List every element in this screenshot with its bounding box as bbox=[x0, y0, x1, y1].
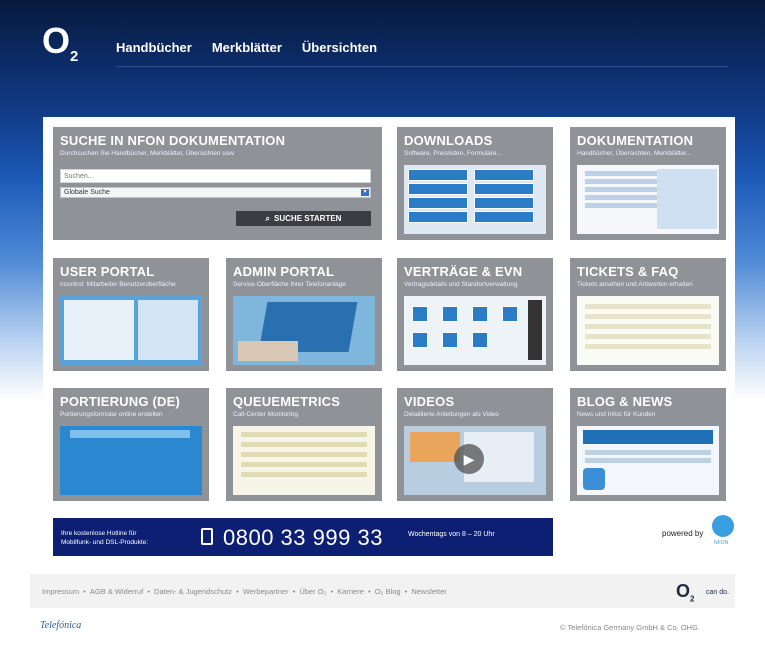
cando-text: can do. bbox=[706, 589, 729, 596]
nav-merkblaetter[interactable]: Merkblätter bbox=[212, 40, 282, 55]
footer-link-newsletter[interactable]: Newsletter bbox=[411, 587, 446, 596]
tile-tickets-faq[interactable]: TICKETS & FAQ Tickets ansehen und Antwor… bbox=[570, 258, 726, 371]
videos-thumbnail: ▶ bbox=[404, 426, 546, 495]
vertraege-thumbnail bbox=[404, 296, 546, 365]
footer-link-agb[interactable]: AGB & Widerruf bbox=[90, 587, 143, 596]
search-icon: ⌕ bbox=[265, 213, 271, 223]
play-icon[interactable]: ▶ bbox=[454, 444, 484, 474]
blog-thumbnail bbox=[577, 426, 719, 495]
tile-dokumentation[interactable]: DOKUMENTATION Handbücher, Übersichten, M… bbox=[570, 127, 726, 240]
queuemetrics-thumbnail bbox=[233, 426, 375, 495]
user-portal-thumbnail bbox=[60, 296, 202, 365]
footer-link-o2-blog[interactable]: O₂ Blog bbox=[375, 587, 401, 596]
tile-admin-portal[interactable]: ADMIN PORTAL Service-Oberfläche Ihrer Te… bbox=[226, 258, 382, 371]
footer-link-impressum[interactable]: Impressum bbox=[42, 587, 79, 596]
powered-by-label: powered by bbox=[662, 529, 704, 538]
tile-vertraege-evn[interactable]: VERTRÄGE & EVN Vertragsdetails und Stand… bbox=[397, 258, 553, 371]
nav-handbuecher[interactable]: Handbücher bbox=[116, 40, 192, 55]
footer: Impressum • AGB & Widerruf • Daten- & Ju… bbox=[30, 574, 735, 608]
phone-icon bbox=[201, 528, 213, 545]
tile-queuemetrics[interactable]: QUEUEMETRICS Call-Center Monitoring bbox=[226, 388, 382, 501]
chevron-down-icon: ▾ bbox=[361, 189, 369, 196]
dokumentation-thumbnail bbox=[577, 165, 719, 234]
o2-logo[interactable]: O2 bbox=[42, 20, 78, 65]
nav-divider bbox=[116, 66, 728, 67]
footer-links: Impressum • AGB & Widerruf • Daten- & Ju… bbox=[42, 587, 447, 596]
tile-portierung[interactable]: PORTIERUNG (DE) Portierungsformular onli… bbox=[53, 388, 209, 501]
search-tile: SUCHE IN NFON DOKUMENTATION Durchsuchen … bbox=[53, 127, 382, 240]
tickets-thumbnail bbox=[577, 296, 719, 365]
footer-link-werbepartner[interactable]: Werbepartner bbox=[243, 587, 289, 596]
hotline-number[interactable]: 0800 33 999 33 bbox=[223, 525, 383, 551]
telefonica-logo[interactable]: Telefónica bbox=[40, 620, 81, 631]
search-title: SUCHE IN NFON DOKUMENTATION bbox=[60, 133, 286, 148]
copyright-text: © Telefónica Germany GmbH & Co. OHG bbox=[560, 623, 698, 632]
tile-downloads[interactable]: DOWNLOADS Software, Preislisten, Formula… bbox=[397, 127, 553, 240]
tile-user-portal[interactable]: USER PORTAL ncontrol: Mitarbeiter Benutz… bbox=[53, 258, 209, 371]
hotline-hours: Wochentags von 8 – 20 Uhr bbox=[408, 531, 495, 538]
hotline-text-line1: Ihre kostenlose Hotline für bbox=[61, 530, 137, 537]
portierung-thumbnail bbox=[60, 426, 202, 495]
footer-link-karriere[interactable]: Karriere bbox=[337, 587, 364, 596]
hotline-text-line2: Mobilfunk- und DSL-Produkte: bbox=[61, 539, 149, 546]
search-start-button[interactable]: ⌕ SUCHE STARTEN bbox=[236, 211, 371, 226]
nfon-logo-icon[interactable] bbox=[712, 515, 734, 537]
footer-link-ueber-o2[interactable]: Über O₂ bbox=[299, 587, 326, 596]
admin-portal-thumbnail bbox=[233, 296, 375, 365]
search-scope-select[interactable]: Globale Suche ▾ bbox=[60, 187, 371, 198]
tile-blog-news[interactable]: BLOG & NEWS News und Infos für Kunden bbox=[570, 388, 726, 501]
downloads-thumbnail bbox=[404, 165, 546, 234]
main-nav: Handbücher Merkblätter Übersichten bbox=[116, 40, 377, 55]
hotline-banner: Ihre kostenlose Hotline für Mobilfunk- u… bbox=[53, 518, 553, 556]
search-subtitle: Durchsuchen Sie Handbücher, Merkblätter,… bbox=[60, 150, 236, 157]
nfon-logo-text: NFON bbox=[714, 540, 729, 546]
footer-link-datenschutz[interactable]: Daten- & Jugendschutz bbox=[154, 587, 232, 596]
nav-uebersichten[interactable]: Übersichten bbox=[302, 40, 377, 55]
search-input[interactable] bbox=[60, 169, 371, 183]
tile-videos[interactable]: VIDEOS Detaillierte Anleitungen als Vide… bbox=[397, 388, 553, 501]
o2-footer-logo[interactable]: O2 bbox=[676, 581, 694, 604]
